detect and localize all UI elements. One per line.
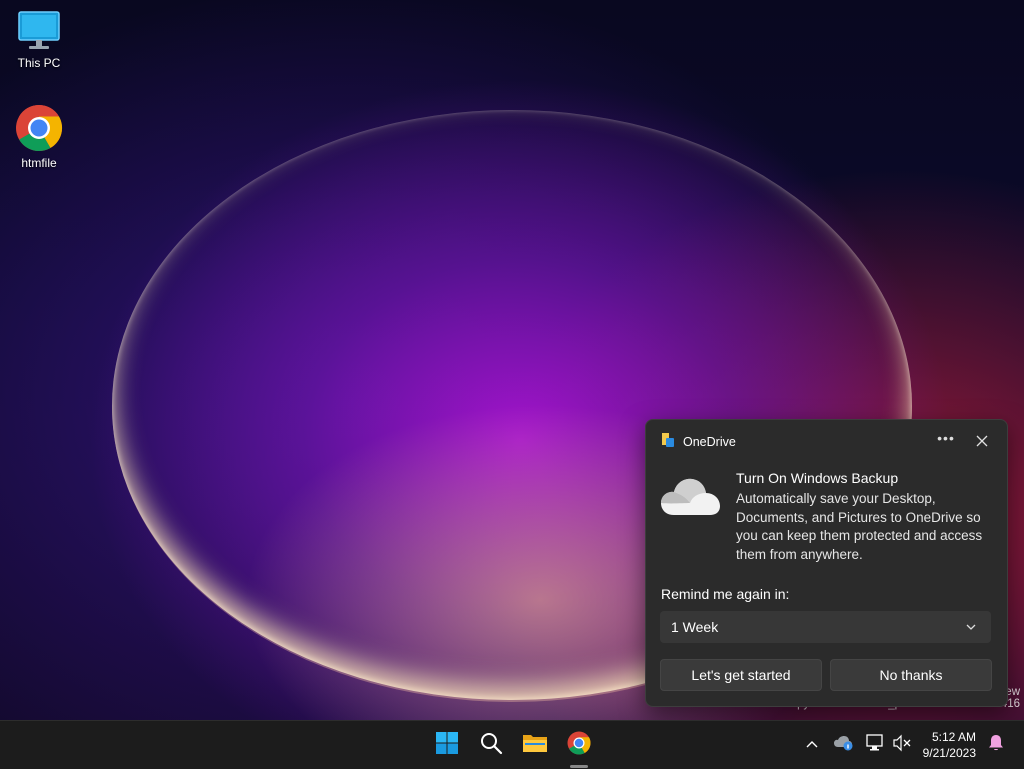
- ellipsis-icon[interactable]: •••: [934, 430, 958, 452]
- close-icon[interactable]: [970, 430, 994, 452]
- chrome-icon: [567, 731, 591, 760]
- onedrive-tray-button[interactable]: [834, 735, 854, 755]
- remind-label: Remind me again in:: [661, 586, 790, 602]
- notification-app-name: OneDrive: [683, 435, 736, 449]
- remind-dropdown[interactable]: 1 Week: [660, 611, 991, 643]
- monitor-icon: [17, 10, 61, 52]
- start-icon: [435, 731, 459, 760]
- notification-center-button[interactable]: [986, 734, 1006, 757]
- onedrive-notification: OneDrive ••• Turn On Windows Backup Auto…: [645, 419, 1008, 707]
- system-clock[interactable]: 5:12 AM 9/21/2023: [923, 729, 976, 761]
- network-icon: [866, 733, 886, 757]
- lets-get-started-button[interactable]: Let's get started: [660, 659, 822, 691]
- start-button[interactable]: [431, 729, 463, 761]
- notification-title: Turn On Windows Backup: [736, 470, 899, 486]
- chevron-down-icon: [965, 620, 977, 636]
- no-thanks-button[interactable]: No thanks: [830, 659, 992, 691]
- bell-icon: [988, 734, 1004, 757]
- desktop-icon-label: htmfile: [21, 156, 57, 170]
- desktop-icon-htmfile[interactable]: htmfile: [0, 104, 78, 170]
- chrome-icon: [15, 104, 63, 152]
- remind-dropdown-value: 1 Week: [671, 619, 719, 635]
- network-tray-button[interactable]: [866, 733, 886, 757]
- chrome-taskbar-button[interactable]: [563, 729, 595, 761]
- desktop-icon-label: This PC: [17, 56, 61, 70]
- search-icon: [479, 731, 503, 760]
- volume-tray-button[interactable]: [892, 734, 912, 757]
- onedrive-icon: [834, 735, 854, 756]
- clock-date: 9/21/2023: [922, 746, 976, 760]
- taskbar: 5:12 AM 9/21/2023: [0, 720, 1024, 769]
- desktop-icon-this-pc[interactable]: This PC: [0, 10, 78, 70]
- notification-body: Automatically save your Desktop, Documen…: [736, 491, 983, 562]
- cloud-icon: [660, 475, 722, 522]
- file-explorer-icon: [522, 732, 548, 759]
- volume-muted-icon: [892, 734, 912, 757]
- notification-header: OneDrive: [661, 432, 736, 452]
- show-hidden-icons-button[interactable]: [802, 735, 822, 755]
- onedrive-app-icon: [661, 432, 675, 453]
- file-explorer-button[interactable]: [519, 729, 551, 761]
- search-button[interactable]: [475, 729, 507, 761]
- clock-time: 5:12 AM: [931, 730, 976, 744]
- chevron-up-icon: [806, 736, 818, 754]
